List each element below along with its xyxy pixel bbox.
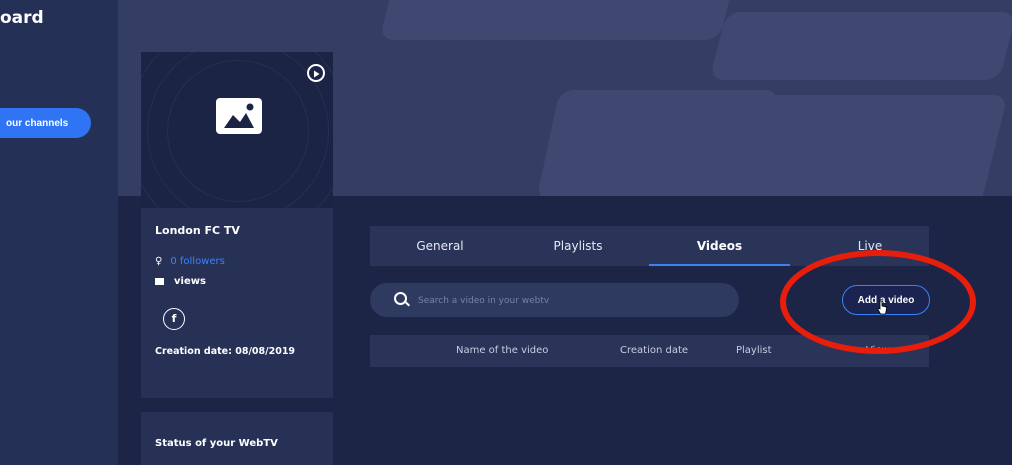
channel-info-card: London FC TV ♀ 0 followers views f Creati… [141, 208, 333, 398]
app-frame: oard our channels London FC TV ♀ 0 follow… [0, 0, 1012, 465]
col-video-name[interactable]: Name of the video [456, 335, 548, 367]
search-icon [394, 292, 407, 305]
channel-tabs: General Playlists Videos Live [370, 226, 929, 266]
webtv-status-card: Status of your WebTV [141, 412, 333, 465]
channel-name: London FC TV [155, 224, 240, 237]
play-icon[interactable] [307, 64, 325, 82]
dashboard-title: oard [0, 8, 44, 28]
col-playlist[interactable]: Playlist [736, 335, 772, 367]
col-creation-date[interactable]: Creation date [620, 335, 688, 367]
video-search [370, 283, 739, 319]
tab-live[interactable]: Live [810, 226, 930, 266]
tab-videos[interactable]: Videos [649, 226, 790, 266]
status-title: Status of your WebTV [155, 438, 278, 449]
sidebar: oard our channels [0, 0, 118, 465]
col-views[interactable]: Views [866, 335, 895, 367]
user-icon: ♀ [155, 256, 163, 267]
views-count: views [155, 276, 206, 287]
hand-cursor-icon [877, 300, 887, 315]
tab-general[interactable]: General [380, 226, 500, 266]
video-icon [155, 277, 164, 285]
videos-table-header: Name of the video Creation date Playlist… [370, 335, 929, 367]
tab-playlists[interactable]: Playlists [516, 226, 640, 266]
followers-count[interactable]: ♀ 0 followers [155, 256, 225, 267]
search-input[interactable] [416, 283, 720, 319]
image-placeholder-icon [216, 98, 262, 134]
creation-date: Creation date: 08/08/2019 [155, 346, 296, 357]
facebook-icon[interactable]: f [163, 308, 185, 330]
channel-thumbnail [141, 52, 333, 208]
your-channels-button[interactable]: our channels [0, 108, 91, 138]
